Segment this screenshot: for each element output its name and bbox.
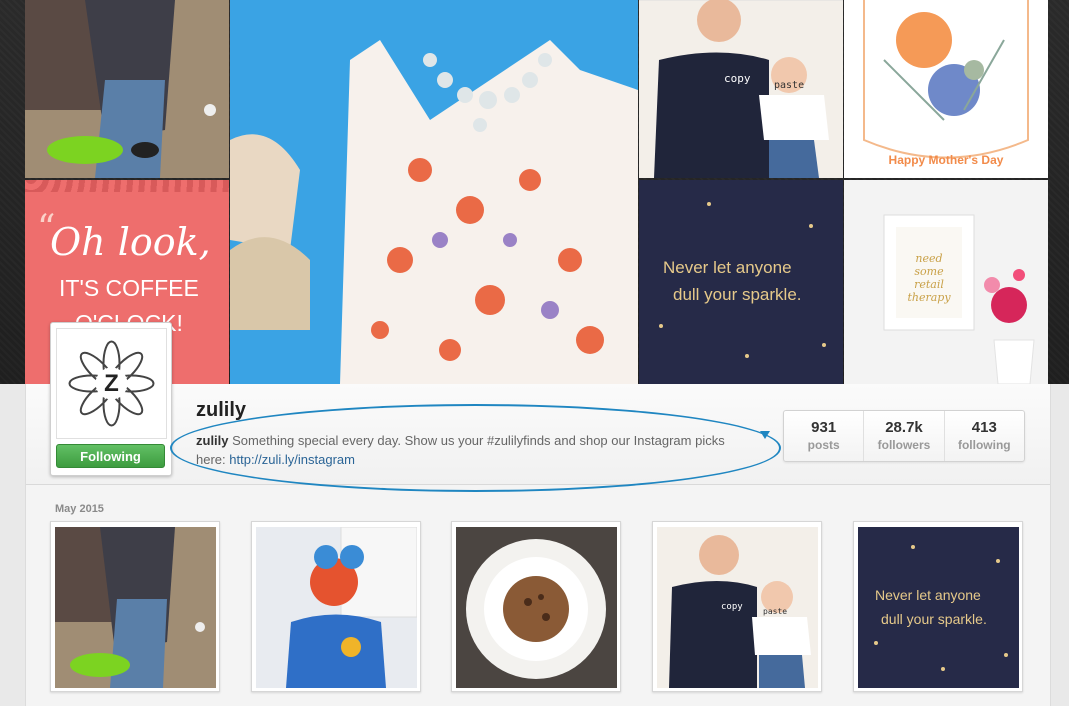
shirt-copy-text: copy	[724, 72, 751, 85]
lace-border	[25, 180, 229, 192]
month-heading: May 2015	[55, 503, 104, 515]
frame-handwriting-text: need some retail therapy	[907, 252, 951, 304]
thumb-quote-line-2: dull your sparkle.	[881, 611, 987, 627]
thumb-paste-text: paste	[763, 607, 788, 616]
stat-followers-value: 28.7k	[885, 419, 923, 436]
dress-photo-art	[230, 0, 638, 384]
photo-thumb[interactable]: copy paste	[652, 521, 822, 692]
shirt-paste-text: paste	[774, 80, 805, 91]
stat-posts[interactable]: 931 posts	[784, 411, 865, 461]
photo-copy-paste: copy paste	[657, 527, 818, 688]
coffee-line-1: Oh look,	[50, 220, 211, 264]
copy-paste-photo-art	[639, 0, 843, 178]
stat-following[interactable]: 413 following	[945, 411, 1024, 461]
cover-photo-copy-paste[interactable]: copy paste	[639, 0, 843, 178]
stat-following-label: following	[957, 438, 1011, 452]
avatar-letter: Z	[104, 370, 119, 397]
photo-sparkle-quote: Never let anyone dull your sparkle.	[858, 527, 1019, 688]
annotation-ellipse	[170, 404, 781, 492]
star-decorations	[659, 202, 826, 358]
sparkle-quote-line-1: Never let anyone	[663, 258, 792, 277]
annotation-arrow-icon	[760, 431, 770, 439]
photo-thumb[interactable]	[251, 521, 421, 692]
stat-followers-label: followers	[877, 438, 931, 452]
outfit-photo-art	[25, 0, 229, 178]
photo-thumb[interactable]	[50, 521, 220, 692]
stat-followers[interactable]: 28.7k followers	[864, 411, 945, 461]
cover-photo-framed-print[interactable]: need some retail therapy	[844, 180, 1048, 384]
thumb-copy-text: copy	[721, 602, 743, 612]
profile-username: zulily	[196, 399, 247, 421]
stat-posts-label: posts	[807, 438, 840, 452]
cover-photo-sparkle-quote[interactable]: Never let anyone dull your sparkle.	[639, 180, 843, 384]
stat-posts-value: 931	[811, 419, 837, 436]
cover-photo-dress[interactable]	[230, 0, 638, 384]
avatar-card: Z Following	[50, 322, 172, 476]
mothers-day-text: Happy Mother's Day	[888, 153, 1004, 167]
cover-photo-outfit[interactable]	[25, 0, 229, 178]
cover-photo-mothers-day[interactable]: Happy Mother's Day	[844, 0, 1048, 178]
avatar[interactable]: Z	[56, 328, 167, 439]
photo-thumb[interactable]	[451, 521, 621, 692]
profile-stats: 931 posts 28.7k followers 413 following	[783, 410, 1025, 462]
stat-following-value: 413	[971, 419, 997, 436]
following-button[interactable]: Following	[56, 444, 165, 468]
mothers-day-art	[844, 0, 1048, 178]
photo-cookie	[456, 527, 617, 688]
coffee-line-2: IT'S COFFEE	[59, 275, 199, 301]
photo-thumb[interactable]: Never let anyone dull your sparkle.	[853, 521, 1023, 692]
thumb-quote-line-1: Never let anyone	[875, 587, 981, 603]
photo-kid-mask	[256, 527, 417, 688]
sparkle-quote-line-2: dull your sparkle.	[673, 285, 802, 304]
photo-outfit	[55, 527, 216, 688]
